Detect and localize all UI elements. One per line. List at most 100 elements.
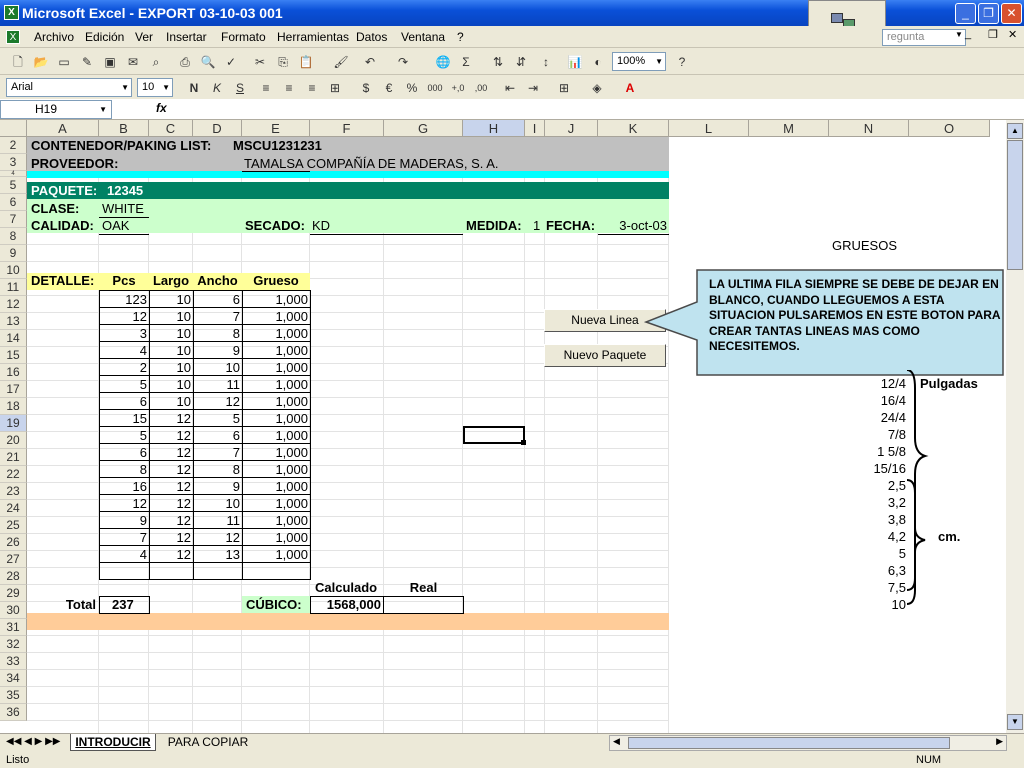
table-cell[interactable]: 9	[99, 511, 150, 529]
table-cell[interactable]: 1,000	[242, 341, 311, 359]
bold-icon[interactable]: N	[186, 80, 202, 96]
cm-value[interactable]: 7,5	[840, 580, 906, 596]
menu-edicion[interactable]: Edición	[85, 30, 124, 44]
cm-value[interactable]: 2,5	[840, 478, 906, 494]
cm-value[interactable]: 10	[840, 597, 906, 613]
font-size-select[interactable]: 10 ▼	[137, 78, 173, 97]
table-cell[interactable]	[99, 562, 150, 580]
mdi-close-icon[interactable]: ✕	[1008, 28, 1017, 41]
decrease-decimal-icon[interactable]: ,00	[473, 80, 489, 96]
scroll-down-icon[interactable]: ▼	[1007, 714, 1023, 730]
spreadsheet-grid[interactable]: ABCDEFGHIJKLMNO 2 3 4 5 6 7 8 9 10 11 12 13 14 15 16 17…	[0, 120, 1006, 733]
table-cell[interactable]: 12	[193, 392, 243, 410]
help-question-input[interactable]: regunta	[882, 29, 966, 46]
font-color-icon[interactable]: A	[622, 80, 638, 96]
table-cell[interactable]: 12	[193, 528, 243, 546]
row-header-18[interactable]: 18	[0, 398, 27, 415]
name-box[interactable]: H19 ▼	[0, 100, 112, 119]
paste-icon[interactable]: 📋	[298, 54, 314, 70]
package-value[interactable]: 12345	[107, 183, 143, 199]
row-header-11[interactable]: 11	[0, 279, 27, 296]
inch-value[interactable]: 16/4	[840, 393, 906, 409]
col-header-e[interactable]: E	[242, 120, 310, 137]
row-header-15[interactable]: 15	[0, 347, 27, 364]
menu-herramientas[interactable]: Herramientas	[277, 30, 349, 44]
increase-decimal-icon[interactable]: +,0	[450, 80, 466, 96]
inch-value[interactable]: 7/8	[840, 427, 906, 443]
align-left-icon[interactable]: ≡	[258, 80, 274, 96]
font-select[interactable]: Arial ▼	[6, 78, 132, 97]
menu-ver[interactable]: Ver	[135, 30, 153, 44]
row-header-27[interactable]: 27	[0, 551, 27, 568]
sort-desc-icon[interactable]: ⇵	[513, 54, 529, 70]
package-label[interactable]: PAQUETE:	[31, 183, 97, 199]
table-cell[interactable]: 11	[193, 511, 243, 529]
table-cell[interactable]: 1,000	[242, 494, 311, 512]
inch-value[interactable]: 1 5/8	[840, 444, 906, 460]
menu-ventana[interactable]: Ventana	[401, 30, 445, 44]
table-cell[interactable]: 123	[99, 290, 150, 308]
vertical-scrollbar[interactable]: ▲ ▼	[1006, 120, 1024, 733]
cm-value[interactable]: 5	[840, 546, 906, 562]
scroll-left-icon[interactable]: ◀	[613, 736, 620, 747]
col-grueso-header[interactable]: Grueso	[242, 273, 310, 289]
table-cell[interactable]: 12	[149, 545, 194, 563]
row-header-10[interactable]: 10	[0, 262, 27, 279]
cubic-calculated[interactable]: 1568,000	[310, 596, 384, 614]
menu-archivo[interactable]: Archivo	[34, 30, 74, 44]
table-cell[interactable]: 13	[193, 545, 243, 563]
drawing-icon[interactable]: ◐	[590, 54, 606, 70]
search-icon[interactable]: ⌕	[148, 54, 164, 70]
table-cell[interactable]: 10	[149, 324, 194, 342]
cm-value[interactable]: 6,3	[840, 563, 906, 579]
help-icon[interactable]: ?	[674, 54, 690, 70]
cm-value[interactable]: 3,8	[840, 512, 906, 528]
euro-icon[interactable]: €	[381, 80, 397, 96]
gruesos-title[interactable]: GRUESOS	[832, 238, 897, 254]
col-header-g[interactable]: G	[384, 120, 463, 137]
sort-icon[interactable]: ↕	[538, 54, 554, 70]
row-header-17[interactable]: 17	[0, 381, 27, 398]
col-header-f[interactable]: F	[310, 120, 384, 137]
copy-icon[interactable]: ⎘	[275, 54, 291, 70]
col-pcs-header[interactable]: Pcs	[99, 273, 149, 289]
row-header-19[interactable]: 19	[0, 415, 27, 432]
new-icon[interactable]: 🗋	[10, 54, 26, 70]
hyperlink-icon[interactable]: 🌐	[435, 54, 451, 70]
table-cell[interactable]: 10	[149, 341, 194, 359]
table-cell[interactable]: 10	[149, 392, 194, 410]
table-cell[interactable]: 6	[99, 392, 150, 410]
table-cell[interactable]	[193, 562, 243, 580]
row-header-13[interactable]: 13	[0, 313, 27, 330]
col-header-n[interactable]: N	[829, 120, 909, 137]
table-cell[interactable]: 12	[149, 460, 194, 478]
detail-label[interactable]: DETALLE:	[31, 273, 94, 289]
align-center-icon[interactable]: ≡	[281, 80, 297, 96]
borders-icon[interactable]: ⊞	[556, 80, 572, 96]
total-label[interactable]: Total	[27, 597, 96, 613]
container-value[interactable]: MSCU1231231	[233, 138, 322, 154]
table-cell[interactable]: 12	[149, 426, 194, 444]
table-cell[interactable]: 1,000	[242, 358, 311, 376]
underline-icon[interactable]: S	[232, 80, 248, 96]
selected-cell[interactable]	[463, 426, 525, 444]
table-cell[interactable]: 1,000	[242, 528, 311, 546]
table-cell[interactable]: 8	[193, 460, 243, 478]
table-cell[interactable]: 10	[149, 375, 194, 393]
col-header-k[interactable]: K	[598, 120, 669, 137]
scroll-thumb[interactable]	[1007, 140, 1023, 270]
table-cell[interactable]: 12	[149, 494, 194, 512]
row-header-31[interactable]: 31	[0, 619, 27, 636]
row-header-3[interactable]: 3	[0, 154, 27, 171]
col-header-m[interactable]: M	[749, 120, 829, 137]
table-cell[interactable]: 16	[99, 477, 150, 495]
autosum-icon[interactable]: Σ	[458, 54, 474, 70]
table-cell[interactable]: 10	[193, 358, 243, 376]
menu-help[interactable]: ?	[457, 30, 464, 44]
table-cell[interactable]: 1,000	[242, 511, 311, 529]
print-preview-icon[interactable]: 🔍	[200, 54, 216, 70]
row-header-25[interactable]: 25	[0, 517, 27, 534]
row-header-20[interactable]: 20	[0, 432, 27, 449]
table-cell[interactable]: 1,000	[242, 477, 311, 495]
col-header-b[interactable]: B	[99, 120, 149, 137]
